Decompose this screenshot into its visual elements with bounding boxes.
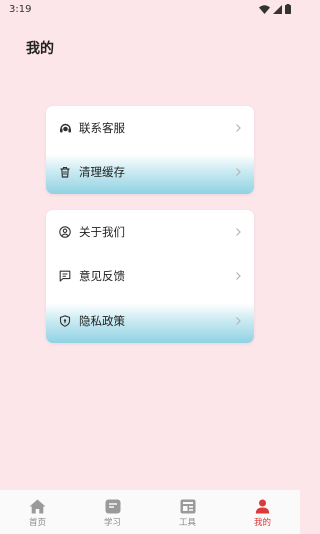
trash-icon bbox=[58, 165, 72, 179]
tab-label: 首页 bbox=[28, 518, 46, 528]
tab-label: 工具 bbox=[178, 518, 196, 528]
status-bar: 3:19 bbox=[0, 0, 300, 18]
shield-icon bbox=[58, 314, 72, 328]
chevron-right-icon bbox=[236, 124, 241, 132]
tools-icon bbox=[179, 498, 197, 514]
home-icon bbox=[29, 498, 47, 514]
menu-item-label: 意见反馈 bbox=[79, 269, 125, 284]
tab-label: 学习 bbox=[103, 518, 121, 528]
tab-home[interactable]: 首页 bbox=[8, 498, 68, 528]
settings-card-service: 联系客服 清理缓存 bbox=[46, 106, 254, 194]
status-icons bbox=[259, 4, 291, 14]
tab-study[interactable]: 学习 bbox=[83, 498, 143, 528]
tab-label: 我的 bbox=[253, 518, 271, 528]
headset-icon bbox=[58, 121, 72, 135]
person-icon bbox=[254, 498, 272, 514]
chevron-right-icon bbox=[236, 316, 241, 325]
settings-card-info: 关于我们 意见反馈 隐私政策 bbox=[46, 210, 254, 343]
chevron-right-icon bbox=[236, 228, 241, 237]
menu-item-about-us[interactable]: 关于我们 bbox=[46, 210, 254, 254]
user-circle-icon bbox=[58, 225, 72, 239]
page-title: 我的 bbox=[26, 41, 54, 57]
wifi-icon bbox=[259, 4, 270, 14]
menu-item-label: 清理缓存 bbox=[79, 165, 125, 179]
chevron-right-icon bbox=[236, 272, 241, 281]
study-icon bbox=[104, 498, 122, 514]
menu-item-contact-service[interactable]: 联系客服 bbox=[46, 106, 254, 150]
tab-tools[interactable]: 工具 bbox=[158, 498, 218, 528]
menu-item-label: 关于我们 bbox=[79, 225, 125, 240]
bottom-tab-bar: 首页 学习 工具 我的 bbox=[0, 490, 300, 534]
menu-item-clear-cache[interactable]: 清理缓存 bbox=[46, 150, 254, 194]
menu-item-privacy-policy[interactable]: 隐私政策 bbox=[46, 298, 254, 343]
menu-item-label: 隐私政策 bbox=[79, 313, 125, 328]
battery-icon bbox=[285, 4, 291, 14]
signal-icon bbox=[273, 4, 282, 14]
chevron-right-icon bbox=[236, 168, 241, 176]
menu-item-label: 联系客服 bbox=[79, 121, 125, 135]
status-time: 3:19 bbox=[9, 3, 32, 15]
menu-item-feedback[interactable]: 意见反馈 bbox=[46, 254, 254, 298]
tab-mine[interactable]: 我的 bbox=[233, 498, 293, 528]
feedback-icon bbox=[58, 269, 72, 283]
